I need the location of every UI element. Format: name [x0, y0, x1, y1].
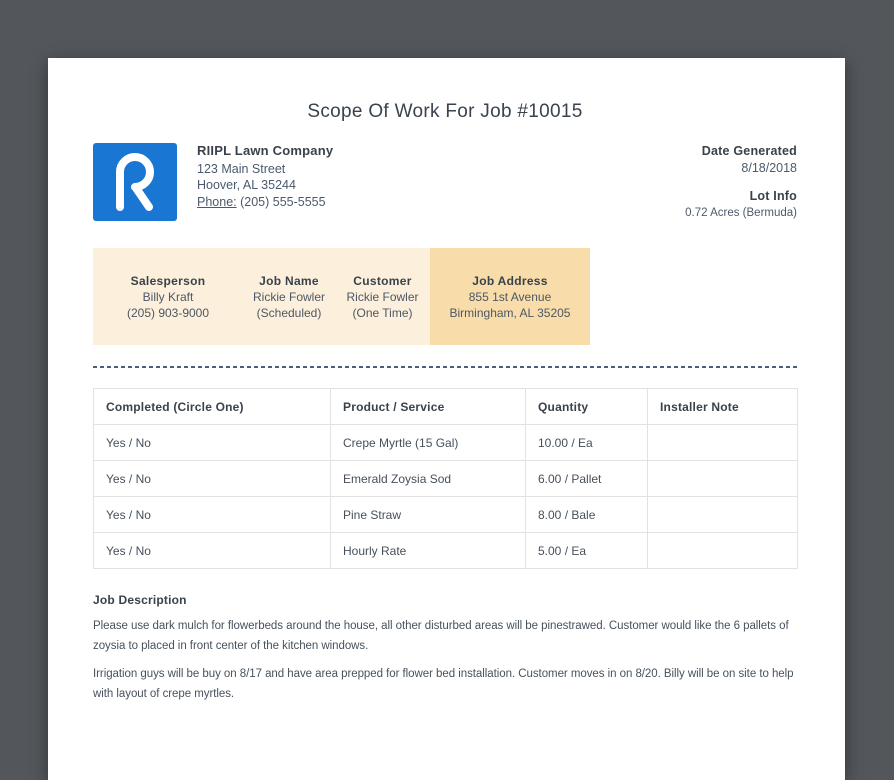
- table-header-row: Completed (Circle One) Product / Service…: [93, 388, 798, 425]
- completed-cell: Yes / No: [93, 424, 331, 461]
- table-row: Yes / No Pine Straw 8.00 / Bale: [93, 496, 798, 533]
- company-phone-line: Phone: (205) 555-5555: [197, 194, 333, 211]
- job-address-column: Job Address 855 1st Avenue Birmingham, A…: [430, 248, 590, 345]
- work-items-table: Completed (Circle One) Product / Service…: [93, 388, 798, 569]
- company-logo: [93, 143, 177, 221]
- job-name-value: Rickie Fowler: [252, 290, 325, 304]
- phone-value: (205) 555-5555: [236, 194, 326, 209]
- job-info-band: Salesperson Billy Kraft (205) 903-9000 J…: [93, 248, 590, 345]
- customer-type: (One Time): [352, 306, 413, 320]
- dashed-divider: [93, 366, 797, 368]
- lot-info-value: 0.72 Acres (Bermuda): [685, 206, 797, 219]
- product-cell: Hourly Rate: [330, 532, 526, 569]
- salesperson-column: Salesperson Billy Kraft (205) 903-9000: [93, 273, 243, 321]
- date-generated-label: Date Generated: [701, 144, 797, 158]
- date-generated-value: 8/18/2018: [741, 160, 797, 175]
- installer-note-cell: [647, 424, 798, 461]
- completed-header: Completed (Circle One): [93, 388, 331, 425]
- lot-info-label: Lot Info: [749, 189, 797, 203]
- salesperson-label: Salesperson: [130, 274, 206, 288]
- installer-note-cell: [647, 496, 798, 533]
- customer-label: Customer: [353, 274, 412, 288]
- completed-cell: Yes / No: [93, 460, 331, 497]
- installer-note-cell: [647, 460, 798, 497]
- company-address-line1: 123 Main Street: [197, 161, 286, 176]
- job-name-status: (Scheduled): [256, 306, 322, 320]
- page-title: Scope Of Work For Job #10015: [307, 101, 583, 122]
- customer-column: Customer Rickie Fowler (One Time): [335, 273, 430, 321]
- quantity-cell: 8.00 / Bale: [525, 496, 648, 533]
- job-name-column: Job Name Rickie Fowler (Scheduled): [243, 273, 335, 321]
- product-cell: Pine Straw: [330, 496, 526, 533]
- table-row: Yes / No Emerald Zoysia Sod 6.00 / Palle…: [93, 460, 798, 497]
- phone-label: Phone:: [197, 194, 237, 209]
- company-name: RIIPL Lawn Company: [197, 143, 334, 158]
- meta-block: Date Generated 8/18/2018 Lot Info 0.72 A…: [685, 143, 797, 221]
- customer-name: Rickie Fowler: [346, 290, 419, 304]
- job-description-paragraph-2: Irrigation guys will be buy on 8/17 and …: [93, 668, 794, 700]
- completed-cell: Yes / No: [93, 532, 331, 569]
- job-name-label: Job Name: [259, 274, 319, 288]
- salesperson-name: Billy Kraft: [142, 290, 194, 304]
- job-info-band-light: Salesperson Billy Kraft (205) 903-9000 J…: [93, 248, 430, 345]
- product-service-header: Product / Service: [330, 388, 526, 425]
- document-page: Scope Of Work For Job #10015 RIIPL Lawn …: [48, 58, 845, 780]
- installer-note-header: Installer Note: [647, 388, 798, 425]
- product-cell: Emerald Zoysia Sod: [330, 460, 526, 497]
- installer-note-cell: [647, 532, 798, 569]
- job-description-heading: Job Description: [93, 593, 187, 607]
- document-header: RIIPL Lawn Company 123 Main Street Hoove…: [93, 143, 797, 221]
- completed-cell: Yes / No: [93, 496, 331, 533]
- salesperson-phone: (205) 903-9000: [126, 306, 210, 320]
- riipl-r-icon: [93, 143, 177, 221]
- meta-spacer: [685, 176, 797, 188]
- job-address-line2: Birmingham, AL 35205: [449, 306, 571, 320]
- product-cell: Crepe Myrtle (15 Gal): [330, 424, 526, 461]
- job-description-paragraph-1: Please use dark mulch for flowerbeds aro…: [93, 620, 789, 652]
- company-info-block: RIIPL Lawn Company 123 Main Street Hoove…: [197, 143, 333, 210]
- quantity-cell: 10.00 / Ea: [525, 424, 648, 461]
- job-address-line1: 855 1st Avenue: [468, 290, 552, 304]
- table-row: Yes / No Crepe Myrtle (15 Gal) 10.00 / E…: [93, 424, 798, 461]
- table-row: Yes / No Hourly Rate 5.00 / Ea: [93, 532, 798, 569]
- company-address-line2: Hoover, AL 35244: [197, 178, 296, 192]
- quantity-cell: 5.00 / Ea: [525, 532, 648, 569]
- quantity-cell: 6.00 / Pallet: [525, 460, 648, 497]
- job-address-label: Job Address: [472, 274, 548, 288]
- quantity-header: Quantity: [525, 388, 648, 425]
